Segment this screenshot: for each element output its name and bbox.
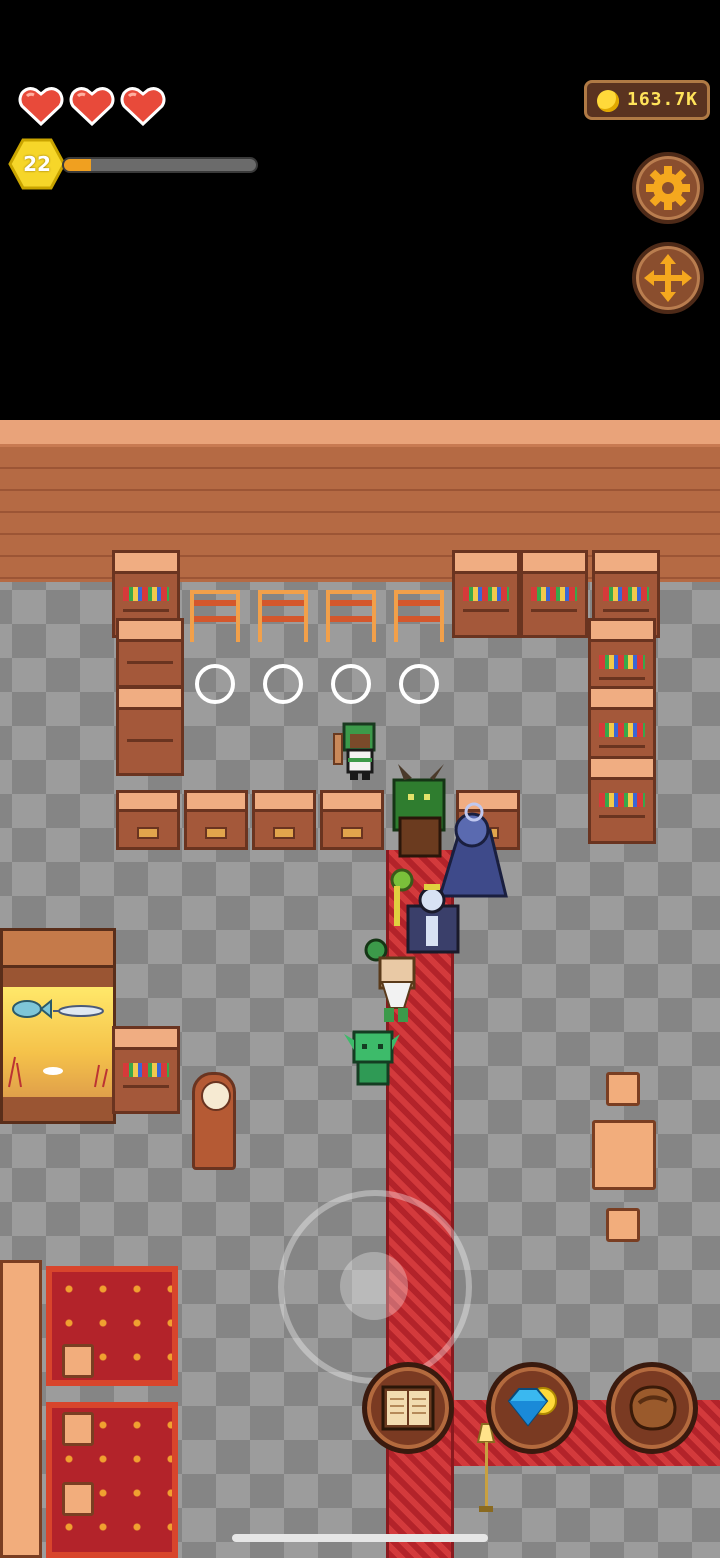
level-number: 22 [23, 152, 51, 176]
heart-icon [120, 87, 166, 126]
bookshelf [112, 1026, 180, 1114]
bookshelf [452, 550, 520, 638]
stool [62, 1344, 94, 1378]
spellbook-button[interactable] [362, 1362, 454, 1454]
level-badge: 22 [8, 138, 66, 190]
coin-counter: 163.7K [584, 80, 710, 120]
cabinet [116, 618, 184, 688]
cabinet [116, 686, 184, 776]
inventory-bag-button[interactable] [606, 1362, 698, 1454]
stool [606, 1208, 640, 1242]
counter [116, 790, 180, 850]
stool [62, 1482, 94, 1516]
home-indicator [232, 1534, 488, 1542]
wall-top [0, 420, 720, 447]
party-slot-ring[interactable] [331, 664, 371, 704]
goblin-character[interactable] [344, 1026, 400, 1090]
leather-bag-icon [629, 1385, 677, 1431]
dwarf-character[interactable] [360, 936, 426, 1026]
bench [0, 1260, 42, 1558]
settings-button[interactable] [632, 152, 704, 224]
xp-progress-bar [62, 157, 258, 173]
coin-amount: 163.7K [627, 89, 699, 110]
floor-lamp [476, 1423, 496, 1512]
gem-coin-icon [507, 1387, 557, 1427]
party-slot-ring[interactable] [195, 664, 235, 704]
counter [184, 790, 248, 850]
move-button[interactable] [632, 242, 704, 314]
chair [326, 590, 376, 642]
party-slot-ring[interactable] [399, 664, 439, 704]
aquarium [0, 928, 116, 1124]
stool [62, 1412, 94, 1446]
spellbook-icon [381, 1385, 435, 1431]
chair [258, 590, 308, 642]
counter [252, 790, 316, 850]
stool [606, 1072, 640, 1106]
gear-icon [646, 166, 690, 210]
bookshelf [588, 756, 656, 844]
grandfather-clock [192, 1072, 236, 1170]
chair [394, 590, 444, 642]
heart-icon [69, 87, 115, 126]
shop-button[interactable] [486, 1362, 578, 1454]
xp-progress-fill [64, 159, 91, 171]
bookshelf [520, 550, 588, 638]
coin-icon [597, 90, 619, 112]
party-slot-ring[interactable] [263, 664, 303, 704]
heart-icon [18, 87, 64, 126]
joystick-thumb[interactable] [340, 1252, 408, 1320]
move-arrows-icon [644, 254, 692, 302]
table [592, 1120, 656, 1190]
chair [190, 590, 240, 642]
fish-icon [8, 998, 108, 1088]
